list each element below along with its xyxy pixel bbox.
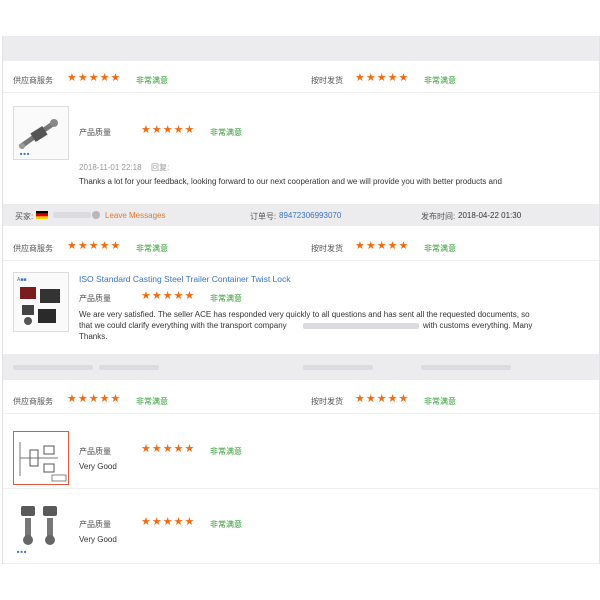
- buyer-label: 买家:: [15, 212, 34, 221]
- order-number-link[interactable]: 89472306993070: [279, 210, 341, 221]
- product-title-link[interactable]: ISO Standard Casting Steel Trailer Conta…: [79, 274, 291, 285]
- delivery-rating: 非常满意: [424, 397, 456, 406]
- redacted-text: [303, 365, 373, 370]
- product-quality-label: 产品质量: [79, 128, 111, 137]
- leave-messages-link[interactable]: Leave Messages: [105, 210, 165, 221]
- twist-lock-image: ■ ■ ■: [13, 498, 67, 556]
- review-date: 2018-11-01 22:18: [79, 163, 142, 172]
- published-date: 2018-04-22 01:30: [458, 211, 522, 220]
- supplier-service-label: 供应商服务: [13, 76, 53, 85]
- rating-row: 供应商服务 ★★★★★ 非常满意 按时发货 ★★★★★ 非常满意: [3, 387, 599, 414]
- buyer-status-icon: [92, 211, 100, 219]
- product-thumbnail[interactable]: ■ ■ ■: [13, 106, 69, 160]
- product-quality-rating: 非常满意: [210, 294, 242, 303]
- svg-text:■ ■ ■: ■ ■ ■: [20, 151, 30, 156]
- product-quality-label: 产品质量: [79, 447, 111, 456]
- order-no-label: 订单号:: [250, 212, 277, 221]
- reply-label: 回复:: [151, 163, 170, 172]
- review-comment-line: We are very satisfied. The seller ACE ha…: [79, 310, 530, 319]
- review-comment-line: Thanks.: [79, 332, 108, 341]
- supplier-service-label: 供应商服务: [13, 244, 53, 253]
- product-thumbnail[interactable]: A■■: [13, 272, 69, 332]
- germany-flag-icon: [36, 211, 48, 219]
- delivery-rating: 非常满意: [424, 244, 456, 253]
- divider: [3, 563, 599, 564]
- review-header-bar: [3, 36, 599, 61]
- delivery-stars: ★★★★★: [355, 240, 410, 252]
- svg-text:■ ■ ■: ■ ■ ■: [17, 549, 27, 554]
- review-comment: Very Good: [79, 462, 117, 471]
- product-quality-stars: ★★★★★: [141, 290, 196, 302]
- delivery-stars: ★★★★★: [355, 72, 410, 84]
- review-comment: Very Good: [79, 535, 117, 544]
- redacted-text: [13, 365, 93, 370]
- rating-row: 供应商服务 ★★★★★ 非常满意 按时发货 ★★★★★ 非常满意: [3, 66, 599, 93]
- supplier-service-stars: ★★★★★: [67, 72, 122, 84]
- product-quality-stars: ★★★★★: [141, 443, 196, 455]
- supplier-service-rating: 非常满意: [136, 244, 168, 253]
- published-label: 发布时间:: [421, 212, 456, 221]
- delivery-label: 按时发货: [311, 244, 343, 253]
- company-name-redacted: [303, 323, 419, 329]
- product-quality-label: 产品质量: [79, 520, 111, 529]
- supplier-service-label: 供应商服务: [13, 397, 53, 406]
- product-quality-stars: ★★★★★: [141, 124, 196, 136]
- redacted-text: [99, 365, 159, 370]
- order-info-bar: [3, 354, 599, 380]
- buyer-name-redacted: [53, 212, 91, 218]
- delivery-stars: ★★★★★: [355, 393, 410, 405]
- review-comment-line: with customs everything. Many: [423, 321, 533, 330]
- product-thumbnail[interactable]: [13, 431, 69, 485]
- divider: [3, 488, 599, 489]
- product-quality-stars: ★★★★★: [141, 516, 196, 528]
- delivery-label: 按时发货: [311, 397, 343, 406]
- delivery-rating: 非常满意: [424, 76, 456, 85]
- supplier-service-stars: ★★★★★: [67, 240, 122, 252]
- twist-lock-drawing-image: [14, 432, 68, 484]
- rating-row: 供应商服务 ★★★★★ 非常满意 按时发货 ★★★★★ 非常满意: [3, 234, 599, 261]
- delivery-label: 按时发货: [311, 76, 343, 85]
- order-info-bar: 买家: Leave Messages 订单号: 89472306993070 发…: [3, 204, 599, 226]
- product-quality-rating: 非常满意: [210, 128, 242, 137]
- product-quality-rating: 非常满意: [210, 447, 242, 456]
- redacted-text: [421, 365, 511, 370]
- feedback-list: 供应商服务 ★★★★★ 非常满意 按时发货 ★★★★★ 非常满意 ■ ■ ■ 产…: [2, 36, 600, 564]
- twist-lock-image: ■ ■ ■: [14, 107, 68, 159]
- product-quality-label: 产品质量: [79, 294, 111, 303]
- supplier-service-rating: 非常满意: [136, 397, 168, 406]
- supplier-service-rating: 非常满意: [136, 76, 168, 85]
- seller-reply-text: Thanks a lot for your feedback, looking …: [79, 177, 502, 186]
- svg-text:A■■: A■■: [17, 277, 26, 283]
- supplier-service-stars: ★★★★★: [67, 393, 122, 405]
- product-thumbnail[interactable]: ■ ■ ■: [13, 498, 67, 556]
- twist-lock-image: A■■: [14, 273, 68, 331]
- product-quality-rating: 非常满意: [210, 520, 242, 529]
- review-comment-line: that we could clarify everything with th…: [79, 321, 287, 330]
